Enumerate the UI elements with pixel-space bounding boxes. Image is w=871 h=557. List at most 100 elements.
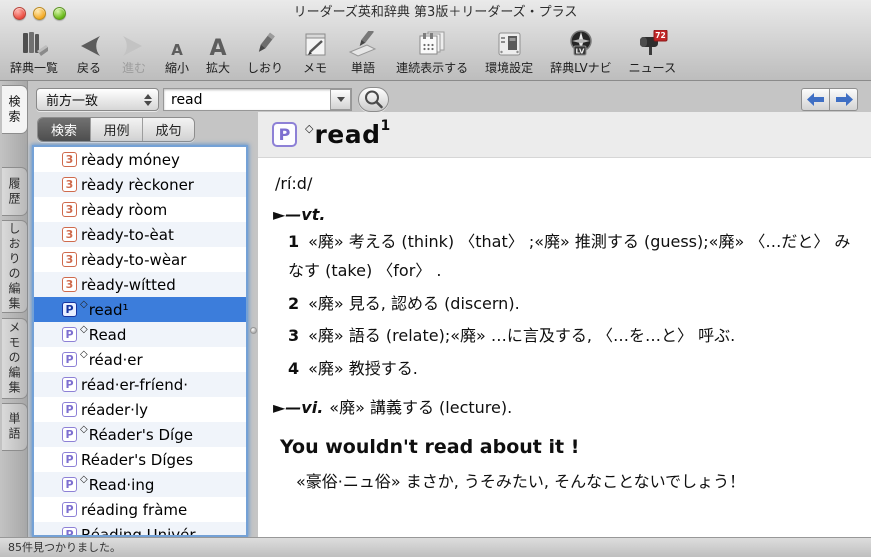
sense-line: 3«廃» 語る (relate);«廃» …に言及する, 〈…を…と〉 呼ぶ.	[273, 322, 859, 351]
magnifier-icon	[362, 89, 386, 110]
bookmark-pencil-icon	[250, 29, 280, 58]
list-item-label: read¹	[89, 301, 129, 319]
next-entry-button[interactable]	[829, 88, 858, 111]
search-history-dropdown-button[interactable]	[330, 89, 351, 110]
sidebar-tab-bookmark-edit[interactable]: しおりの編集	[2, 220, 28, 313]
list-item[interactable]: PRéading Univér	[34, 522, 246, 537]
forward-button[interactable]: 進む	[120, 29, 148, 76]
books-icon	[18, 29, 50, 58]
list-item[interactable]: Préading fràme	[34, 497, 246, 522]
pos-label: ►—vt.	[273, 205, 325, 224]
dict-type-badge: P	[272, 122, 297, 147]
previous-entry-button[interactable]	[801, 88, 830, 111]
list-item[interactable]: P◇réad·er	[34, 347, 246, 372]
entry-pane: P ◇ read 1 /rí:d/ ►—vt. 1«廃» 考える (think)…	[258, 112, 871, 537]
dict-type-badge: 3	[62, 277, 77, 292]
search-input[interactable]	[163, 88, 352, 111]
sense-text: «廃» 語る (relate);«廃» …に言及する, 〈…を…と〉 呼ぶ.	[308, 326, 735, 345]
titlebar: リーダーズ英和辞典 第3版＋リーダーズ・プラス	[0, 0, 871, 26]
dictionary-app-window: { "window": { "title": "リーダーズ英和辞典 第3版＋リー…	[0, 0, 871, 557]
dict-type-badge: P	[62, 327, 77, 342]
list-item-label: rèady-wítted	[81, 276, 176, 294]
list-item-label: Read·ing	[89, 476, 155, 494]
dictionary-list-button[interactable]: 辞典一覧	[10, 29, 58, 76]
toolbar-label: 連続表示する	[396, 59, 468, 76]
memo-pad-icon	[300, 29, 330, 58]
list-item-label: rèady rèckoner	[81, 176, 194, 194]
list-item[interactable]: 3 rèady-wítted	[34, 272, 246, 297]
match-mode-popup[interactable]: 前方一致	[36, 88, 159, 111]
stress-marker-icon: ◇	[80, 474, 88, 485]
list-item-label: Réader's Díge	[89, 426, 193, 444]
list-item-label: réad·er-fríend·	[81, 376, 188, 394]
side-rail: 検索 履歴 しおりの編集 メモの編集 単語	[0, 81, 28, 537]
window-chrome: リーダーズ英和辞典 第3版＋リーダーズ・プラス 辞典一覧 戻る 進む A 縮小	[0, 0, 871, 81]
toolbar: 辞典一覧 戻る 進む A 縮小 A 拡大	[0, 26, 871, 80]
entry-body: /rí:d/ ►—vt. 1«廃» 考える (think) 〈that〉 ;«廃…	[258, 158, 871, 495]
list-item[interactable]: Préad·er-fríend·	[34, 372, 246, 397]
dict-type-badge: P	[62, 477, 77, 492]
preferences-button[interactable]: 環境設定	[485, 29, 533, 76]
settings-box-icon	[493, 29, 525, 58]
list-item[interactable]: 3rèady-to-èat	[34, 222, 246, 247]
pos-label: ►—vi.	[273, 398, 323, 417]
sidebar-tab-memo-edit[interactable]: メモの編集	[2, 318, 28, 399]
back-button[interactable]: 戻る	[75, 29, 103, 76]
stress-marker-icon: ◇	[80, 349, 88, 360]
sidebar-tab-search[interactable]: 検索	[2, 85, 28, 134]
list-item[interactable]: 3rèady rèckoner	[34, 172, 246, 197]
sense-line: 2«廃» 見る, 認める (discern).	[273, 290, 859, 319]
list-item[interactable]: 3rèady ròom	[34, 197, 246, 222]
pos-line-vt: ►—vt.	[273, 205, 859, 224]
word-register-button[interactable]: 単語	[347, 29, 379, 76]
large-a-icon: A	[206, 29, 230, 58]
list-item[interactable]: 3rèady-to-wèar	[34, 247, 246, 272]
sense-text: «廃» 講義する (lecture).	[329, 398, 512, 417]
enlarge-text-button[interactable]: A 拡大	[206, 29, 230, 76]
list-item-label: rèady-to-wèar	[81, 251, 186, 269]
bookmark-button[interactable]: しおり	[247, 29, 283, 76]
list-item[interactable]: P◇Read	[34, 322, 246, 347]
tab-search[interactable]: 検索	[38, 118, 90, 141]
dict-type-badge: P	[62, 352, 77, 367]
dict-type-badge: 3	[62, 227, 77, 242]
list-item-label: Réading Univér	[81, 526, 196, 538]
continuous-display-button[interactable]: 連続表示する	[396, 29, 468, 76]
list-item-label: réading fràme	[81, 501, 187, 519]
close-button[interactable]	[13, 7, 26, 20]
splitter-handle[interactable]	[250, 327, 257, 334]
toolbar-label: 辞典一覧	[10, 59, 58, 76]
list-item[interactable]: 3rèady móney	[34, 147, 246, 172]
dict-type-badge: P	[62, 452, 77, 467]
dict-type-badge: 3	[62, 152, 77, 167]
popup-stepper-icon	[142, 92, 154, 107]
status-bar: 85件見つかりました。	[0, 537, 871, 557]
back-arrow-icon	[75, 29, 103, 58]
sidebar-tab-history[interactable]: 履歴	[2, 167, 28, 216]
search-button[interactable]	[358, 87, 389, 112]
toolbar-label: しおり	[247, 59, 283, 76]
list-item[interactable]: Préader·ly	[34, 397, 246, 422]
minimize-button[interactable]	[33, 7, 46, 20]
list-item[interactable]: P◇Read·ing	[34, 472, 246, 497]
tab-idioms[interactable]: 成句	[142, 118, 194, 141]
zoom-button[interactable]	[53, 7, 66, 20]
news-button[interactable]: 72 ニュース	[629, 29, 676, 76]
list-item-label: Read	[89, 326, 127, 344]
toolbar-label: 進む	[122, 59, 146, 76]
list-item[interactable]: PRéader's Díges	[34, 447, 246, 472]
dict-type-badge: P	[62, 302, 77, 317]
window-title: リーダーズ英和辞典 第3版＋リーダーズ・プラス	[0, 0, 871, 26]
list-item[interactable]: P◇Réader's Díge	[34, 422, 246, 447]
pos-line-vi: ►—vi. «廃» 講義する (lecture).	[273, 394, 859, 418]
tab-usage[interactable]: 用例	[90, 118, 142, 141]
word-list: 3rèady móney 3rèady rèckoner 3rèady ròom…	[32, 145, 248, 537]
toolbar-label: 単語	[351, 59, 375, 76]
sidebar-tab-words[interactable]: 単語	[2, 403, 28, 451]
svg-text:A: A	[210, 36, 227, 58]
memo-button[interactable]: メモ	[300, 29, 330, 76]
stacked-cards-icon	[414, 29, 450, 58]
shrink-text-button[interactable]: A 縮小	[165, 29, 189, 76]
lv-navi-button[interactable]: LV 辞典LVナビ	[550, 29, 612, 76]
list-item-selected[interactable]: P◇read¹	[34, 297, 246, 322]
